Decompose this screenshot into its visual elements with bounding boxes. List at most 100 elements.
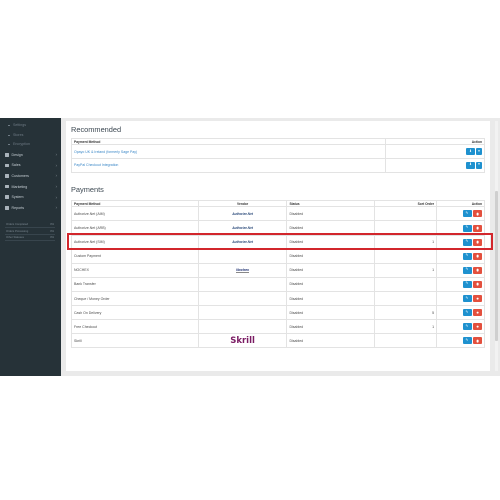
action-cell: ✎ bbox=[436, 206, 485, 222]
uninstall-button[interactable] bbox=[473, 210, 482, 218]
uninstall-button[interactable] bbox=[473, 309, 482, 317]
table-row: Skrill Skrill Disabled ✎ bbox=[71, 333, 485, 349]
payment-method-name: Authorize.Net (AIM) bbox=[71, 206, 199, 222]
payment-method-name: Bank Transfer bbox=[71, 276, 199, 292]
table-row: Authorize.Net (AIM) Authorize.Net Disabled… bbox=[71, 206, 485, 222]
sidebar-sub-item-label: Stores bbox=[13, 132, 24, 137]
vendor-logo[interactable]: Authorize.Net bbox=[232, 226, 253, 230]
table-row: Custom Payment Disabled ✎ bbox=[71, 248, 485, 264]
uninstall-button[interactable] bbox=[473, 280, 482, 288]
vendor-logo[interactable]: Authorize.Net bbox=[232, 212, 253, 216]
table-row: PayPal Checkout Integration ⬇ ▾ bbox=[70, 157, 485, 173]
status-cell: Disabled bbox=[286, 305, 376, 321]
sidebar-item-label: Marketing bbox=[11, 184, 28, 189]
sidebar-sub-item-settings[interactable]: Settings bbox=[0, 121, 61, 131]
pencil-icon: ✎ bbox=[465, 267, 469, 272]
chevron-right-icon: › bbox=[55, 173, 57, 179]
recommended-method-link[interactable]: Opayo UK & Ireland (formerly Sage Pay) bbox=[70, 144, 387, 159]
stat-value: 0% bbox=[50, 235, 54, 239]
sidebar-item-marketing[interactable]: Marketing › bbox=[0, 181, 61, 192]
stat-label: Orders Completed bbox=[6, 223, 28, 227]
screenshot-canvas: Settings Stores Encryption Design › Sales… bbox=[0, 0, 500, 500]
scrollbar-thumb[interactable] bbox=[495, 191, 498, 341]
recommended-table: Payment Method Action Opayo UK & Ireland… bbox=[70, 137, 485, 173]
stat-value: 0% bbox=[50, 223, 54, 227]
status-cell: Disabled bbox=[286, 333, 376, 349]
action-cell: ✎ bbox=[436, 290, 485, 307]
stat-other-statuses: Other Statuses 0% bbox=[5, 235, 55, 242]
recommended-method-link[interactable]: PayPal Checkout Integration bbox=[70, 157, 387, 173]
sidebar-item-label: System bbox=[11, 195, 24, 200]
edit-button[interactable]: ✎ bbox=[462, 266, 472, 274]
payment-method-name: Custom Payment bbox=[71, 248, 199, 264]
edit-button[interactable]: ✎ bbox=[462, 323, 472, 331]
edit-button[interactable]: ✎ bbox=[462, 295, 472, 302]
minus-circle-icon bbox=[476, 226, 479, 230]
minus-circle-icon bbox=[476, 268, 479, 272]
minus-circle-icon bbox=[476, 297, 479, 300]
minus-circle-icon bbox=[476, 325, 479, 329]
vendor-cell bbox=[197, 290, 288, 307]
edit-button[interactable]: ✎ bbox=[462, 210, 472, 218]
edit-button[interactable]: ✎ bbox=[462, 309, 472, 317]
pencil-icon: ✎ bbox=[465, 253, 469, 258]
vendor-logo[interactable]: Skrill bbox=[230, 336, 255, 346]
uninstall-button[interactable] bbox=[473, 224, 482, 232]
desktop-icon bbox=[5, 153, 9, 157]
sort-order-cell bbox=[374, 290, 438, 307]
payment-method-name: Cheque / Money Order bbox=[71, 290, 199, 307]
action-cell: ✎ bbox=[436, 248, 485, 264]
table-row: Cash On Delivery Disabled 5 ✎ bbox=[71, 305, 485, 321]
vendor-cell bbox=[197, 276, 288, 292]
table-row: Cheque / Money Order Disabled ✎ bbox=[71, 290, 485, 307]
minus-circle-icon bbox=[476, 254, 479, 258]
uninstall-button[interactable] bbox=[473, 295, 482, 302]
dropdown-toggle-button[interactable]: ▾ bbox=[476, 148, 482, 156]
action-cell: ✎ bbox=[436, 276, 485, 292]
edit-button[interactable]: ✎ bbox=[462, 252, 472, 260]
chevron-right-icon: › bbox=[55, 184, 57, 190]
uninstall-button[interactable] bbox=[473, 252, 482, 260]
pencil-icon: ✎ bbox=[465, 225, 469, 230]
uninstall-button[interactable] bbox=[473, 323, 482, 331]
edit-button[interactable]: ✎ bbox=[462, 337, 472, 345]
download-button[interactable]: ⬇ bbox=[466, 148, 475, 156]
status-cell: Disabled bbox=[286, 290, 376, 307]
sidebar-item-customers[interactable]: Customers › bbox=[0, 171, 61, 182]
vendor-logo[interactable]: Nochex bbox=[236, 268, 250, 274]
status-cell: Disabled bbox=[286, 262, 376, 278]
table-row: NOCHEX Nochex Disabled 1 ✎ bbox=[71, 262, 485, 278]
action-cell: ✎ bbox=[436, 262, 485, 278]
uninstall-button[interactable] bbox=[473, 266, 482, 274]
sort-order-cell bbox=[374, 206, 438, 222]
caret-down-icon: ▾ bbox=[478, 162, 480, 167]
scrollbar[interactable] bbox=[495, 121, 498, 371]
edit-button[interactable]: ✎ bbox=[462, 280, 472, 288]
minus-circle-icon bbox=[476, 339, 479, 343]
vendor-cell bbox=[197, 248, 288, 264]
uninstall-button[interactable] bbox=[473, 337, 482, 345]
sort-order-cell: 5 bbox=[374, 305, 438, 321]
sidebar-sub-item-stores[interactable]: Stores bbox=[0, 131, 61, 141]
payment-method-name: Skrill bbox=[71, 333, 199, 349]
sidebar-item-sales[interactable]: Sales › bbox=[0, 160, 61, 171]
sidebar-item-design[interactable]: Design › bbox=[0, 150, 61, 161]
sidebar-sub-item-encryption[interactable]: Encryption bbox=[0, 140, 61, 150]
chevron-right-icon: › bbox=[55, 162, 57, 168]
vendor-cell: Authorize.Net bbox=[197, 206, 288, 222]
sort-order-cell: 1 bbox=[374, 319, 438, 335]
sidebar-item-reports[interactable]: Reports › bbox=[0, 202, 61, 213]
table-row: Opayo UK & Ireland (formerly Sage Pay) ⬇… bbox=[70, 144, 485, 159]
dropdown-toggle-button[interactable]: ▾ bbox=[476, 161, 482, 169]
share-icon bbox=[5, 184, 9, 189]
pencil-icon: ✎ bbox=[465, 309, 469, 314]
status-cell: Disabled bbox=[286, 248, 376, 264]
sort-order-cell: 1 bbox=[374, 262, 438, 278]
vendor-cell bbox=[197, 319, 288, 335]
payment-method-name: NOCHEX bbox=[71, 262, 199, 278]
sidebar-item-label: Customers bbox=[11, 173, 29, 178]
stat-label: Other Statuses bbox=[6, 235, 24, 239]
sidebar-item-system[interactable]: System › bbox=[0, 192, 61, 203]
download-button[interactable]: ⬇ bbox=[466, 161, 475, 169]
edit-button[interactable]: ✎ bbox=[462, 224, 472, 232]
